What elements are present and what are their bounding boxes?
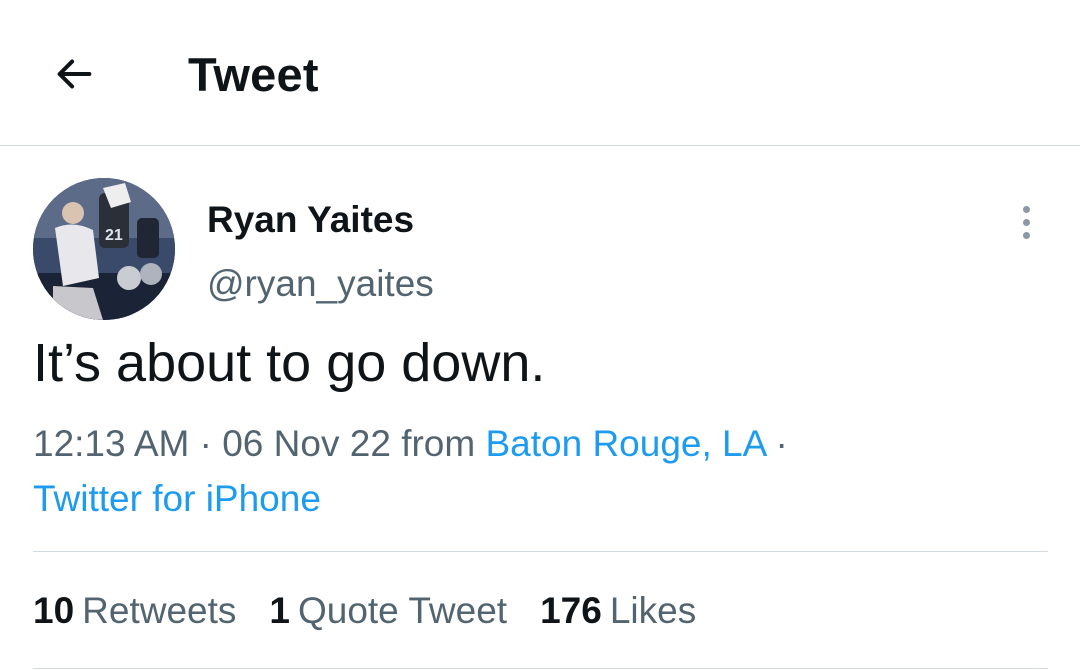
tweet-stats: 10 Retweets 1 Quote Tweet 176 Likes	[33, 586, 729, 636]
likes-count: 176	[540, 590, 602, 631]
tweet-text: It’s about to go down.	[33, 333, 546, 393]
back-button[interactable]	[36, 40, 112, 108]
tweet-metadata: 12:13 AM · 06 Nov 22 from Baton Rouge, L…	[33, 416, 1033, 526]
arrow-left-icon	[57, 59, 92, 89]
quotes-label: Quote Tweet	[297, 590, 508, 631]
from-label: from	[401, 423, 476, 464]
tweet-time[interactable]: 12:13 AM	[33, 423, 189, 464]
quotes-count: 1	[269, 590, 290, 631]
profile-photo: 21	[33, 178, 175, 320]
author-display-name[interactable]: Ryan Yaites	[207, 198, 414, 242]
tweet-source-link[interactable]: Twitter for iPhone	[33, 478, 321, 519]
more-vertical-icon	[1022, 205, 1030, 213]
likes-stat[interactable]: 176 Likes	[540, 586, 696, 636]
meta-separator: ·	[775, 423, 788, 464]
retweets-label: Retweets	[82, 590, 237, 631]
retweets-stat[interactable]: 10 Retweets	[33, 586, 236, 636]
divider	[33, 551, 1048, 552]
svg-text:21: 21	[105, 227, 123, 244]
more-options-button[interactable]	[1004, 198, 1048, 246]
tweet-date[interactable]: 06 Nov 22	[222, 423, 391, 464]
tweet-location-link[interactable]: Baton Rouge, LA	[485, 423, 765, 464]
quote-tweets-stat[interactable]: 1 Quote Tweet	[269, 586, 507, 636]
author-handle[interactable]: @ryan_yaites	[207, 262, 434, 306]
retweets-count: 10	[33, 590, 75, 631]
divider	[33, 668, 1048, 669]
avatar[interactable]: 21	[33, 178, 175, 320]
likes-label: Likes	[609, 590, 697, 631]
page-title: Tweet	[188, 48, 319, 101]
top-app-bar: Tweet	[0, 0, 1080, 146]
meta-separator: ·	[199, 423, 212, 464]
